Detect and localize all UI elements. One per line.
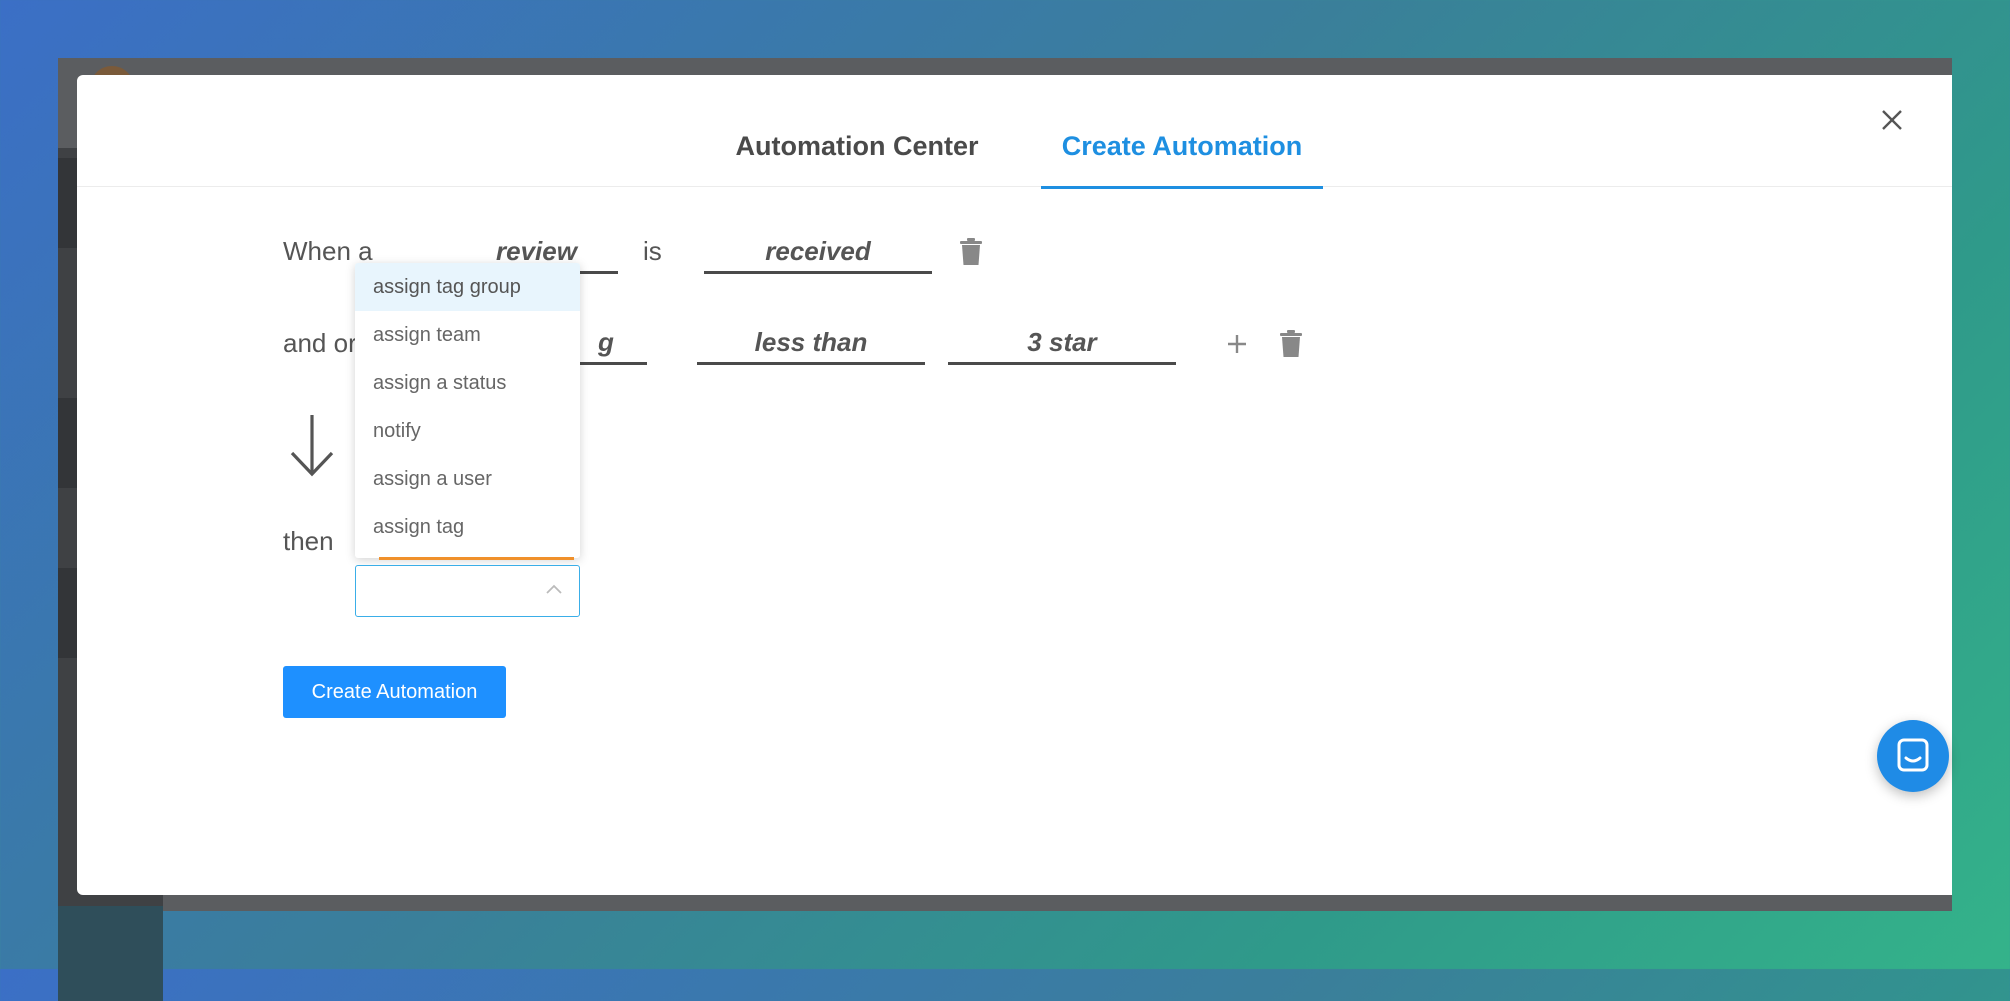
modal-tabs: Automation Center Create Automation: [77, 75, 1952, 189]
dropdown-option[interactable]: assign a user: [355, 455, 580, 503]
plus-icon: [1228, 335, 1246, 353]
action-select[interactable]: [355, 565, 580, 617]
dropdown-option[interactable]: assign team: [355, 311, 580, 359]
is-label: is: [643, 236, 662, 266]
condition-operator-select[interactable]: less than: [697, 322, 925, 365]
condition-value-select[interactable]: 3 star: [948, 322, 1176, 365]
action-dropdown-menu: assign tag group assign team assign a st…: [355, 263, 580, 558]
tab-automation-center[interactable]: Automation Center: [717, 131, 997, 186]
dropdown-option[interactable]: notify: [355, 407, 580, 455]
chevron-up-icon: [546, 584, 562, 594]
trash-icon: [960, 238, 982, 265]
trash-icon: [1280, 330, 1302, 357]
dropdown-option[interactable]: assign tag group: [355, 263, 580, 311]
arrow-down-icon: [290, 415, 334, 477]
delete-condition-button[interactable]: [1279, 330, 1303, 358]
then-label: then: [283, 526, 334, 556]
dropdown-option[interactable]: assign a status: [355, 359, 580, 407]
background-sidebar-footer: [58, 906, 163, 1001]
tab-create-automation[interactable]: Create Automation: [1041, 131, 1323, 189]
create-automation-modal: Automation Center Create Automation When…: [77, 75, 1952, 895]
add-condition-button[interactable]: [1224, 331, 1250, 357]
and-or-label: and or: [283, 328, 357, 358]
dropdown-option[interactable]: assign tag: [355, 503, 580, 551]
create-automation-button[interactable]: Create Automation: [283, 666, 506, 718]
flow-arrow: [287, 413, 337, 479]
trigger-event-select[interactable]: received: [704, 231, 932, 274]
chat-launcher-button[interactable]: [1877, 720, 1949, 792]
delete-trigger-button[interactable]: [959, 238, 983, 266]
dropdown-underline: [379, 557, 574, 560]
chat-icon: [1897, 738, 1929, 772]
